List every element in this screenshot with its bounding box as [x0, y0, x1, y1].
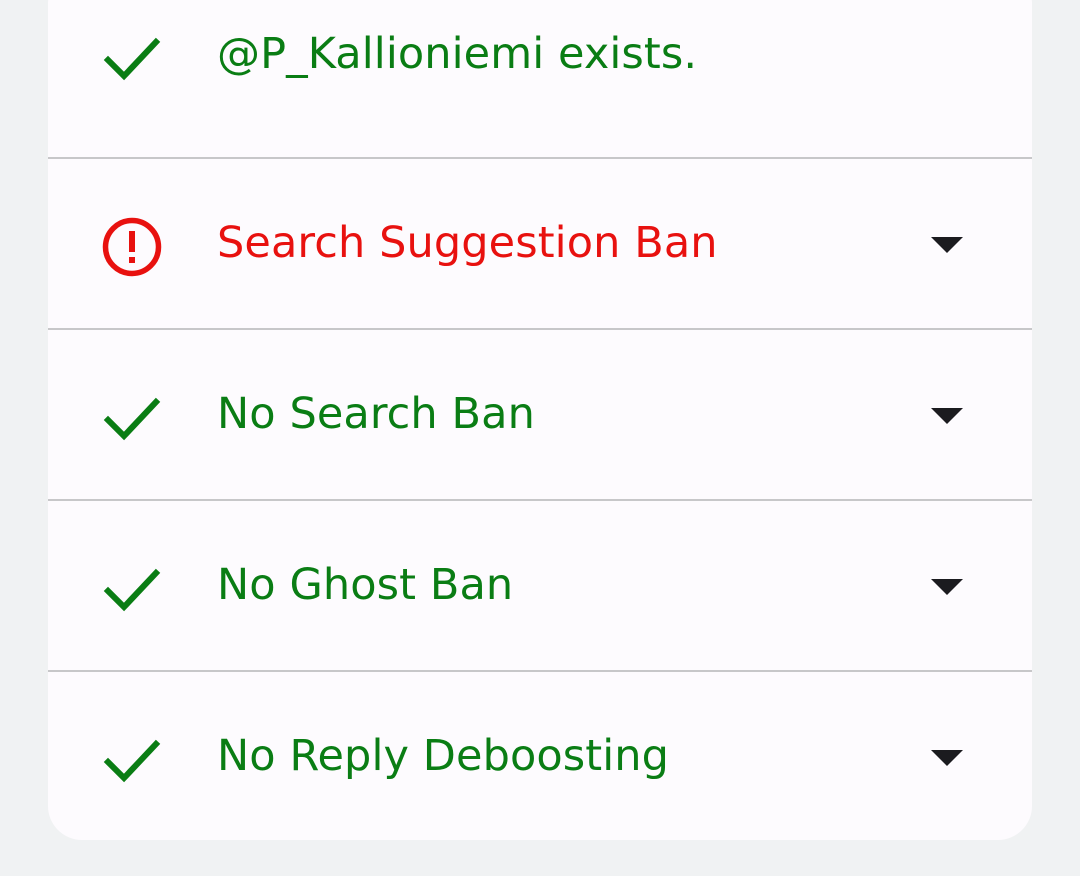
- checkmark-icon: [103, 397, 161, 441]
- result-label: No Search Ban: [217, 389, 535, 439]
- chevron-down-icon[interactable]: [931, 408, 963, 424]
- result-row-search-suggestion-ban[interactable]: Search Suggestion Ban: [48, 157, 1032, 327]
- result-row-ghost-ban[interactable]: No Ghost Ban: [48, 499, 1032, 669]
- alert-circle-icon: [102, 217, 162, 277]
- result-row-account-exists: @P_Kallioniemi exists.: [48, 0, 1032, 140]
- result-label: @P_Kallioniemi exists.: [217, 29, 698, 79]
- chevron-down-icon[interactable]: [931, 750, 963, 766]
- checkmark-icon: [103, 568, 161, 612]
- result-label: Search Suggestion Ban: [217, 218, 718, 268]
- checkmark-icon: [103, 37, 161, 81]
- result-row-reply-deboosting[interactable]: No Reply Deboosting: [48, 670, 1032, 840]
- chevron-down-icon[interactable]: [931, 579, 963, 595]
- result-label: No Ghost Ban: [217, 560, 514, 610]
- chevron-down-icon[interactable]: [931, 237, 963, 253]
- results-card: @P_Kallioniemi exists. Search Suggestion…: [48, 0, 1032, 840]
- result-label: No Reply Deboosting: [217, 731, 670, 781]
- checkmark-icon: [103, 739, 161, 783]
- result-row-search-ban[interactable]: No Search Ban: [48, 328, 1032, 498]
